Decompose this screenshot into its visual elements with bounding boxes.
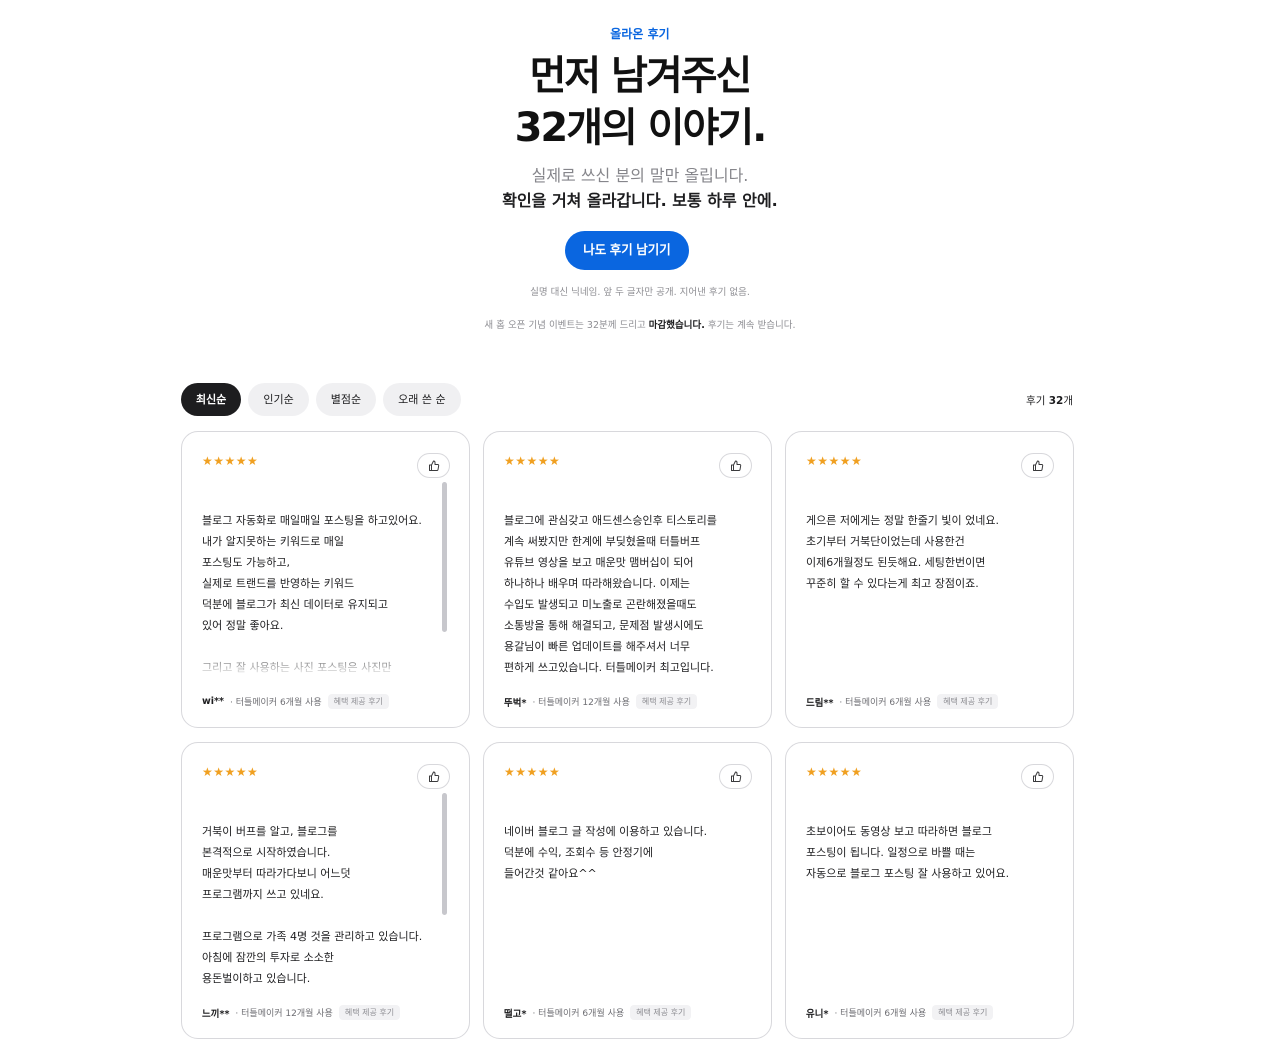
review-count-label: 후기: [1026, 395, 1046, 407]
write-review-button[interactable]: 나도 후기 남기기: [565, 231, 689, 270]
review-meta: 드림** · 터틀메이커 6개월 사용 혜택 제공 후기: [806, 694, 999, 709]
incentive-badge: 혜택 제공 후기: [630, 1005, 692, 1020]
page-title-line-1: 먼저 남겨주신: [529, 53, 753, 99]
event-note-text: 새 홈 오픈 기념 이벤트는 32분께 드리고: [484, 320, 649, 331]
like-button[interactable]: [1021, 453, 1054, 478]
thumbs-up-icon: [1032, 460, 1043, 471]
sort-tab-latest[interactable]: 최신순: [181, 383, 242, 416]
incentive-badge: 혜택 제공 후기: [635, 694, 698, 709]
thumbs-up-icon: [1032, 771, 1043, 782]
usage-duration: · 터틀메이커 6개월 사용: [532, 1009, 625, 1019]
review-count: 후기 32개: [1026, 393, 1073, 408]
review-card: ★★★★★ 게으른 저에게는 정말 한줄기 빛이 었네요. 초기부터 거북단이었…: [785, 431, 1074, 728]
review-card: ★★★★★ 블로그 자동화로 매일매일 포스팅을 하고있어요. 내가 알지못하는…: [181, 431, 470, 728]
star-rating: ★★★★★: [202, 765, 259, 779]
like-button[interactable]: [417, 764, 450, 789]
like-button[interactable]: [719, 764, 752, 789]
review-text-content: 네이버 블로그 글 작성에 이용하고 있습니다. 덕분에 수익, 조회수 등 안…: [504, 825, 708, 880]
review-card: ★★★★★ 블로그에 관심갖고 애드센스승인후 티스토리를 계속 써봤지만 한계…: [483, 431, 772, 728]
star-rating: ★★★★★: [806, 765, 863, 779]
review-text-content: 거북이 버프를 알고, 블로그를 본격적으로 시작하였습니다. 매운맛부터 따라…: [202, 825, 423, 984]
review-card: ★★★★★ 초보이어도 동영상 보고 따라하면 블로그 포스팅이 됩니다. 일정…: [785, 742, 1074, 1039]
sort-tab-popular[interactable]: 인기순: [248, 383, 309, 416]
star-rating: ★★★★★: [806, 454, 863, 468]
page-title: 먼저 남겨주신 32개의 이야기.: [0, 50, 1280, 154]
usage-duration: · 터틀메이커 6개월 사용: [229, 698, 322, 708]
review-grid: ★★★★★ 블로그 자동화로 매일매일 포스팅을 하고있어요. 내가 알지못하는…: [181, 431, 1074, 1039]
thumbs-up-icon: [428, 771, 439, 782]
section-eyebrow: 올라온 후기: [610, 27, 670, 41]
thumbs-up-icon: [428, 460, 439, 471]
review-text: 블로그 자동화로 매일매일 포스팅을 하고있어요. 내가 알지못하는 키워드로 …: [202, 489, 447, 673]
incentive-badge: 혜택 제공 후기: [932, 1005, 994, 1020]
author-name: wi**: [202, 696, 224, 707]
review-text-content: 블로그에 관심갖고 애드센스승인후 티스토리를 계속 써봤지만 한계에 부딪혔을…: [504, 514, 717, 673]
review-text: 거북이 버프를 알고, 블로그를 본격적으로 시작하였습니다. 매운맛부터 따라…: [202, 800, 447, 984]
usage-duration: · 터틀메이커 6개월 사용: [834, 1009, 927, 1019]
page-title-line-2: 32개의 이야기.: [514, 105, 768, 151]
author-name: 뚜벅*: [504, 697, 527, 709]
incentive-badge: 혜택 제공 후기: [937, 694, 999, 709]
usage-duration: · 터틀메이커 12개월 사용: [235, 1009, 333, 1019]
review-card: ★★★★★ 거북이 버프를 알고, 블로그를 본격적으로 시작하였습니다. 매운…: [181, 742, 470, 1039]
review-text: 블로그에 관심갖고 애드센스승인후 티스토리를 계속 써봤지만 한계에 부딪혔을…: [504, 489, 749, 673]
usage-duration: · 터틀메이커 12개월 사용: [532, 698, 630, 708]
star-rating: ★★★★★: [504, 454, 561, 468]
author-name: 유니*: [806, 1008, 829, 1020]
incentive-badge: 혜택 제공 후기: [327, 694, 389, 709]
subtitle-line-1: 실제로 쓰신 분의 말만 올립니다.: [531, 166, 749, 185]
review-meta: wi** · 터틀메이커 6개월 사용 혜택 제공 후기: [202, 694, 389, 709]
thumbs-up-icon: [730, 460, 741, 471]
like-button[interactable]: [719, 453, 752, 478]
review-count-unit: 개: [1063, 395, 1073, 407]
event-note-emphasis: 마감했습니다.: [648, 320, 705, 331]
text-fade: [202, 647, 447, 673]
review-count-value: 32: [1048, 395, 1064, 407]
review-meta: 느끼** · 터틀메이커 12개월 사용 혜택 제공 후기: [202, 1005, 401, 1020]
scrollbar-thumb[interactable]: [442, 793, 447, 915]
incentive-badge: 혜택 제공 후기: [338, 1005, 401, 1020]
review-meta: 뚜벅* · 터틀메이커 12개월 사용 혜택 제공 후기: [504, 694, 698, 709]
event-note: 새 홈 오픈 기념 이벤트는 32분께 드리고 마감했습니다. 후기는 계속 받…: [0, 317, 1280, 331]
review-text: 네이버 블로그 글 작성에 이용하고 있습니다. 덕분에 수익, 조회수 등 안…: [504, 800, 749, 984]
event-note-tail: 후기는 계속 받습니다.: [704, 320, 796, 331]
author-name: 드림**: [806, 697, 834, 709]
star-rating: ★★★★★: [202, 454, 259, 468]
review-card: ★★★★★ 네이버 블로그 글 작성에 이용하고 있습니다. 덕분에 수익, 조…: [483, 742, 772, 1039]
review-meta: 떨고* · 터틀메이커 6개월 사용 혜택 제공 후기: [504, 1005, 692, 1020]
author-name: 떨고*: [504, 1008, 527, 1020]
usage-duration: · 터틀메이커 6개월 사용: [839, 698, 932, 708]
thumbs-up-icon: [730, 771, 741, 782]
subtitle-line-2: 확인을 거쳐 올라갑니다. 보통 하루 안에.: [502, 191, 778, 210]
review-text-content: 초보이어도 동영상 보고 따라하면 블로그 포스팅이 됩니다. 일정으로 바쁠 …: [806, 825, 1010, 880]
anonymity-note: 실명 대신 닉네임. 앞 두 글자만 공개. 지어낸 후기 없음.: [530, 287, 750, 298]
review-text: 초보이어도 동영상 보고 따라하면 블로그 포스팅이 됩니다. 일정으로 바쁠 …: [806, 800, 1051, 984]
author-name: 느끼**: [202, 1008, 230, 1020]
star-rating: ★★★★★: [504, 765, 561, 779]
review-text-content: 게으른 저에게는 정말 한줄기 빛이 었네요. 초기부터 거북단이었는데 사용한…: [806, 514, 1000, 590]
sort-tab-long-term[interactable]: 오래 쓴 순: [383, 383, 461, 416]
review-meta: 유니* · 터틀메이커 6개월 사용 혜택 제공 후기: [806, 1005, 994, 1020]
like-button[interactable]: [1021, 764, 1054, 789]
scrollbar-thumb[interactable]: [442, 482, 447, 632]
review-text: 게으른 저에게는 정말 한줄기 빛이 었네요. 초기부터 거북단이었는데 사용한…: [806, 489, 1051, 673]
like-button[interactable]: [417, 453, 450, 478]
sort-tabs: 최신순 인기순 별점순 오래 쓴 순: [181, 383, 461, 416]
sort-tab-rating[interactable]: 별점순: [315, 383, 377, 416]
